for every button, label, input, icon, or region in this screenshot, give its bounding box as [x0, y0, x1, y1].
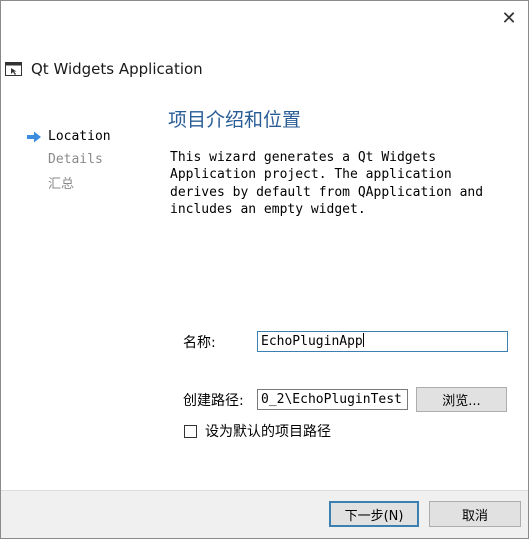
name-input[interactable]: EchoPluginApp	[257, 331, 508, 352]
wizard-footer: 下一步(N) 取消	[1, 490, 528, 538]
default-path-label: 设为默认的项目路径	[205, 424, 331, 440]
path-input-value: 0_2\EchoPluginTest	[261, 392, 402, 407]
step-label: Details	[48, 152, 103, 167]
window-title: Qt Widgets Application	[31, 60, 203, 78]
browse-button-label: 浏览...	[442, 394, 481, 409]
cancel-button[interactable]: 取消	[429, 501, 521, 527]
next-button-label: 下一步(N)	[344, 508, 404, 524]
path-input[interactable]: 0_2\EchoPluginTest	[257, 389, 408, 410]
right-arrow-icon	[26, 131, 48, 143]
step-details: Details	[26, 148, 111, 171]
wizard-steps: Location Details 汇总	[26, 125, 111, 194]
text-caret	[362, 333, 364, 347]
close-button[interactable]: ✕	[498, 7, 520, 29]
browse-button[interactable]: 浏览...	[416, 387, 507, 412]
page-title: 项目介绍和位置	[168, 109, 302, 131]
step-location: Location	[26, 125, 111, 148]
wizard-window: ✕ Qt Widgets Application Location Detail…	[0, 0, 529, 539]
default-path-option[interactable]: 设为默认的项目路径	[184, 421, 331, 441]
cancel-button-label: 取消	[461, 508, 488, 524]
page-description: This wizard generates a Qt Widgets Appli…	[170, 150, 484, 217]
window-title-bar: Qt Widgets Application	[5, 59, 203, 79]
path-label: 创建路径:	[183, 393, 244, 409]
close-icon: ✕	[501, 7, 517, 29]
step-label: Location	[48, 129, 111, 144]
step-summary: 汇总	[26, 171, 111, 194]
name-input-value: EchoPluginApp	[261, 334, 363, 349]
name-label: 名称:	[183, 335, 216, 351]
qt-app-window-icon	[5, 62, 22, 76]
step-label: 汇总	[48, 177, 75, 192]
default-path-checkbox[interactable]	[184, 424, 197, 438]
next-button[interactable]: 下一步(N)	[329, 501, 419, 527]
